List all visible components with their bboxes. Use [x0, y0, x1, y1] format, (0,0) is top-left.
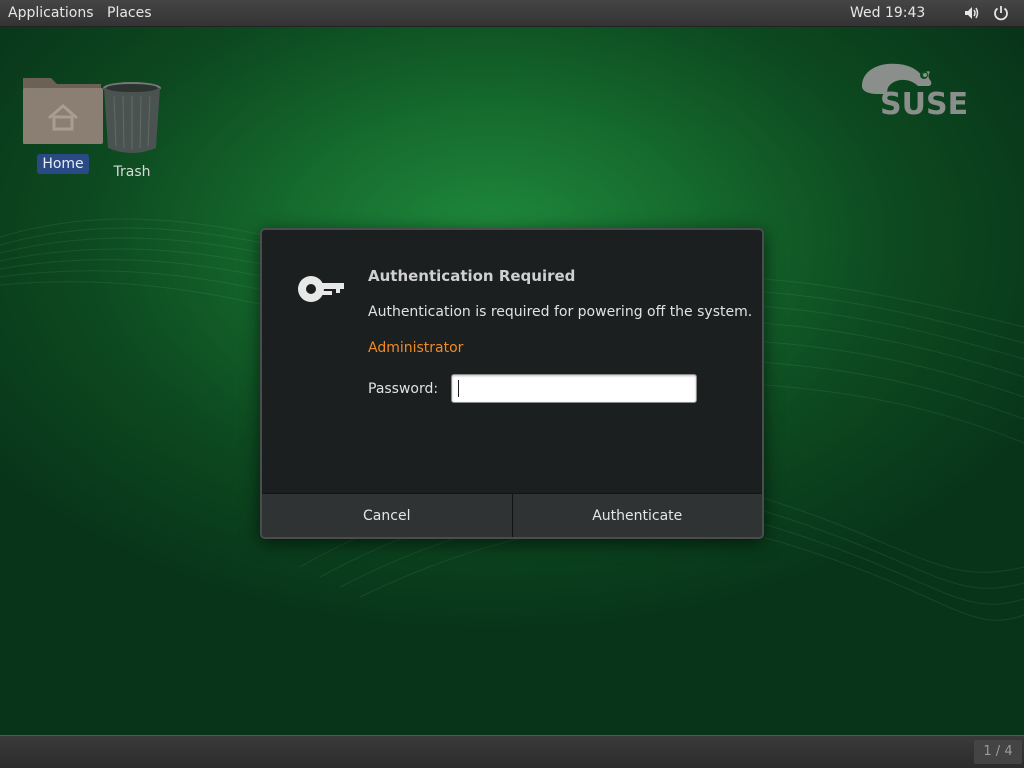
password-label: Password:: [368, 381, 439, 397]
applications-menu[interactable]: Applications: [8, 5, 94, 21]
cancel-button[interactable]: Cancel: [262, 494, 512, 537]
clock[interactable]: Wed 19:43: [850, 5, 925, 21]
trash-icon-label: Trash: [113, 164, 151, 180]
svg-text:SUSE: SUSE: [880, 87, 968, 120]
suse-logo: SUSE: [862, 63, 968, 120]
key-icon: [298, 276, 344, 302]
volume-icon[interactable]: [962, 4, 980, 22]
trash-icon: [103, 82, 161, 153]
desktop-icon-trash[interactable]: Trash: [90, 80, 174, 182]
places-menu[interactable]: Places: [107, 5, 152, 21]
user-name[interactable]: Administrator: [368, 340, 463, 356]
password-input[interactable]: [451, 374, 697, 403]
home-icon-label: Home: [37, 154, 89, 174]
top-panel: Applications Places Wed 19:43: [0, 0, 1024, 27]
bottom-panel: [0, 735, 1024, 768]
dialog-title: Authentication Required: [368, 267, 576, 285]
dialog-message: Authentication is required for powering …: [368, 304, 753, 320]
authenticate-button[interactable]: Authenticate: [511, 494, 762, 537]
dialog-button-row: Cancel Authenticate: [262, 493, 762, 537]
workspace-switcher[interactable]: 1 / 4: [974, 740, 1022, 764]
authentication-dialog: Authentication Required Authentication i…: [260, 228, 764, 539]
text-cursor: [458, 380, 459, 397]
power-icon[interactable]: [992, 4, 1010, 22]
